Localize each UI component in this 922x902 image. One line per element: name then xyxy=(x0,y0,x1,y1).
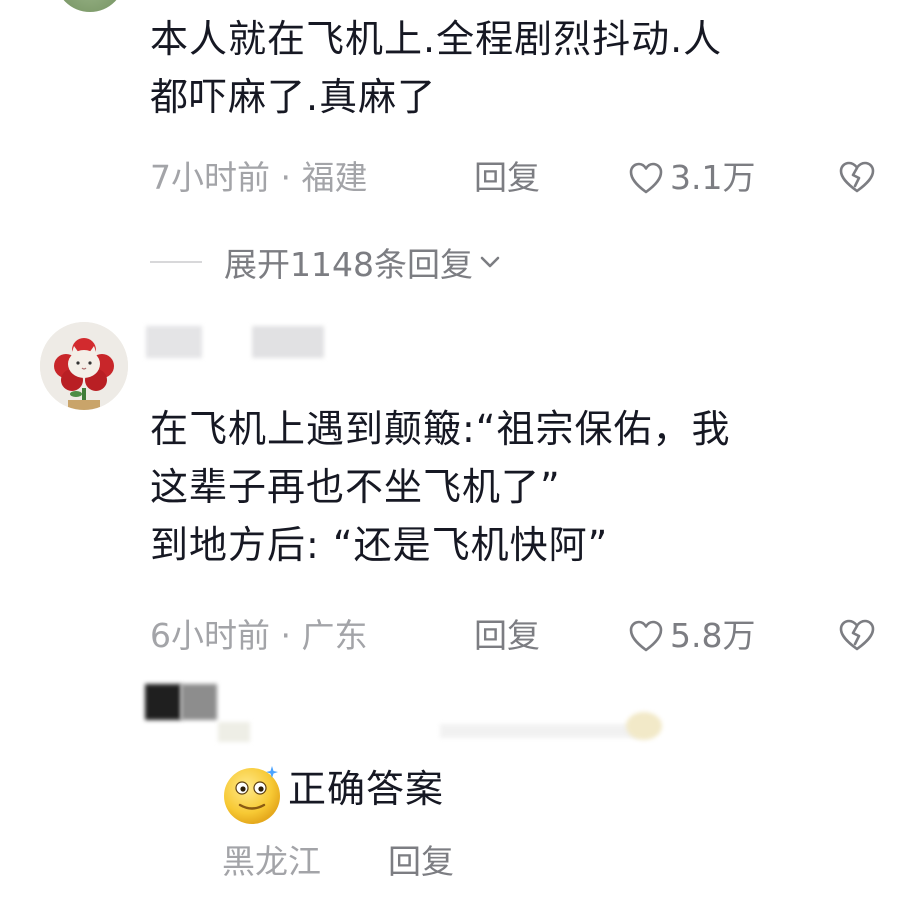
comment-text-line: 到地方后: “还是飞机快阿” xyxy=(150,523,609,567)
sub-reply-username-redacted xyxy=(440,724,640,738)
comment-text: 本人就在飞机上.全程剧烈抖动.人 都吓麻了.真麻了 xyxy=(150,10,722,126)
reply-button[interactable]: 回复 xyxy=(474,616,540,656)
comment-text-line: 本人就在飞机上.全程剧烈抖动.人 xyxy=(150,17,723,61)
reply-button[interactable]: 回复 xyxy=(388,842,454,882)
comment-time-location: 6小时前 · 广东 xyxy=(150,616,368,655)
reply-button[interactable]: 回复 xyxy=(474,158,540,198)
broken-heart-icon xyxy=(839,619,875,651)
comment-text-line: 在飞机上遇到颠簸:“祖宗保佑，我 xyxy=(150,407,731,451)
expand-replies-button[interactable]: 展开1148条回复 xyxy=(150,238,503,286)
comment-time-location: 7小时前 · 福建 xyxy=(150,158,368,197)
sub-reply-username-redacted xyxy=(626,712,662,740)
like-button[interactable]: 5.8万 xyxy=(628,616,755,656)
sub-reply-username-redacted xyxy=(218,722,250,742)
smiling-face-emoji-icon xyxy=(222,762,282,824)
sub-reply-text: 正确答案 xyxy=(288,767,445,811)
cat-avatar-image xyxy=(40,322,128,410)
avatar[interactable] xyxy=(55,0,125,12)
like-button[interactable]: 3.1万 xyxy=(628,158,755,198)
sub-reply-avatar-redacted xyxy=(145,684,181,720)
username-redacted xyxy=(146,326,202,358)
dislike-button[interactable] xyxy=(838,160,876,198)
like-count: 5.8万 xyxy=(670,616,756,655)
heart-outline-icon xyxy=(629,162,663,194)
dislike-button[interactable] xyxy=(838,618,876,656)
heart-outline-icon xyxy=(629,620,663,652)
comment-text-line: 这辈子再也不坐飞机了” xyxy=(150,465,561,509)
chevron-down-icon xyxy=(480,256,500,268)
comment-text: 在飞机上遇到颠簸:“祖宗保佑，我 这辈子再也不坐飞机了” 到地方后: “还是飞机… xyxy=(150,400,731,574)
avatar[interactable] xyxy=(40,322,128,410)
broken-heart-icon xyxy=(839,161,875,193)
expand-replies-label: 展开1148条回复 xyxy=(224,245,473,284)
comment-text-line: 都吓麻了.真麻了 xyxy=(150,75,437,119)
divider-line xyxy=(150,261,202,263)
sub-reply-location: 黑龙江 xyxy=(222,842,321,881)
sub-reply-avatar-redacted xyxy=(181,684,217,720)
username-redacted xyxy=(252,326,324,358)
like-count: 3.1万 xyxy=(670,158,756,197)
